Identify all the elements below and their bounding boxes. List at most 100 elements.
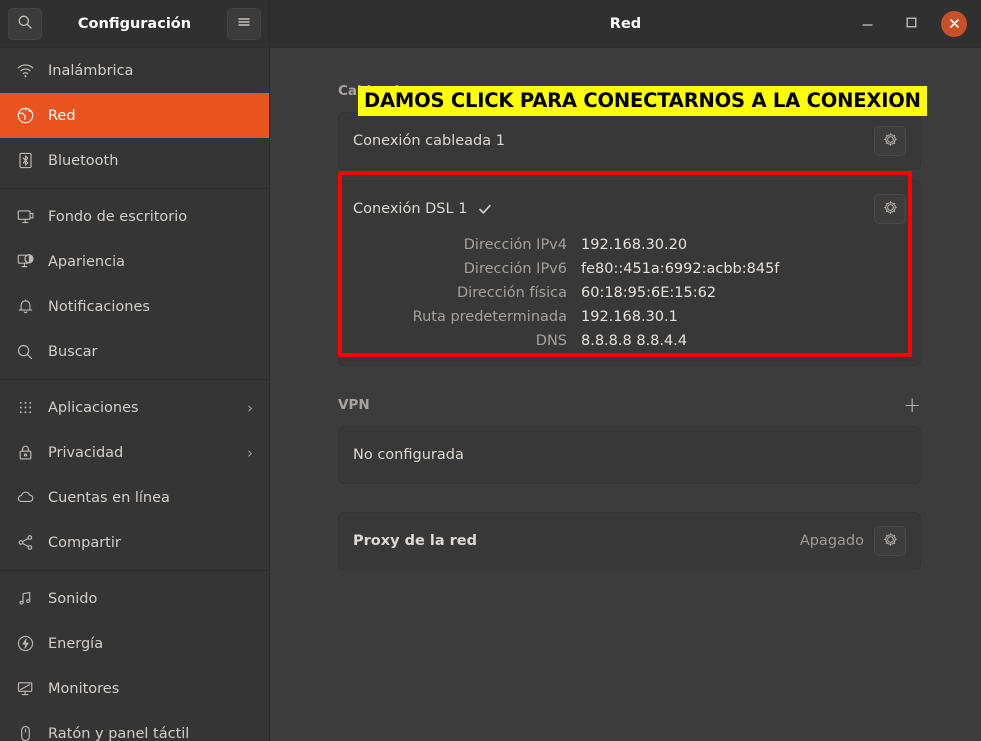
maximize-icon: [905, 14, 918, 33]
sidebar-item-label: Notificaciones: [48, 299, 253, 315]
gear-icon: [882, 131, 899, 152]
sidebar-item-apariencia[interactable]: Apariencia: [0, 239, 269, 284]
sidebar-item-bluetooth[interactable]: Bluetooth: [0, 138, 269, 183]
sidebar-item-compartir[interactable]: Compartir: [0, 520, 269, 565]
search-icon: [17, 14, 33, 34]
detail-key: Dirección física: [353, 285, 581, 301]
wifi-icon: [14, 60, 36, 82]
network-content: Cableada Conexión cableada 1: [270, 48, 981, 741]
titlebar: Red: [270, 0, 981, 48]
sidebar-item-fondo-de-escritorio[interactable]: Fondo de escritorio: [0, 194, 269, 239]
connection-name: Conexión cableada 1: [353, 133, 505, 149]
hamburger-menu-icon: [236, 14, 252, 33]
appearance-icon: [14, 251, 36, 273]
detail-key: Dirección IPv6: [353, 261, 581, 277]
search-icon: [14, 341, 36, 363]
detail-row: Dirección física 60:18:95:6E:15:62: [353, 285, 904, 301]
music-note-icon: [14, 588, 36, 610]
sidebar-item-energia[interactable]: Energía: [0, 621, 269, 666]
mouse-icon: [14, 723, 36, 741]
detail-key: Ruta predeterminada: [353, 309, 581, 325]
sidebar-item-sonido[interactable]: Sonido: [0, 576, 269, 621]
sidebar-item-buscar[interactable]: Buscar: [0, 329, 269, 374]
sidebar-item-label: Ratón y panel táctil: [48, 726, 253, 741]
sidebar-item-raton-y-panel-tactil[interactable]: Ratón y panel táctil: [0, 711, 269, 741]
window-controls: [853, 10, 981, 38]
check-icon: [477, 201, 493, 217]
close-button[interactable]: [941, 11, 967, 37]
sidebar-item-label: Buscar: [48, 344, 253, 360]
search-button[interactable]: [8, 8, 42, 40]
vpn-card: No configurada: [338, 426, 921, 484]
detail-value: fe80::451a:6992:acbb:845f: [581, 261, 779, 277]
detail-row: Dirección IPv6 fe80::451a:6992:acbb:845f: [353, 261, 904, 277]
sidebar-item-label: Inalámbrica: [48, 63, 253, 79]
annotation-banner-text: DAMOS CLICK PARA CONECTARNOS A LA CONEXI…: [364, 89, 921, 112]
vpn-status: No configurada: [353, 447, 464, 463]
sidebar-divider: [0, 188, 269, 189]
proxy-card: Proxy de la red Apagado: [338, 512, 921, 570]
minimize-button[interactable]: [853, 10, 881, 38]
vpn-section-header: VPN +: [338, 392, 921, 418]
sidebar-item-aplicaciones[interactable]: Aplicaciones ›: [0, 385, 269, 430]
sidebar: Configuración Inalámbrica Red: [0, 0, 270, 741]
detail-value: 8.8.8.8 8.8.4.4: [581, 333, 687, 349]
detail-value: 60:18:95:6E:15:62: [581, 285, 716, 301]
detail-row: Ruta predeterminada 192.168.30.1: [353, 309, 904, 325]
display-icon: [14, 678, 36, 700]
sidebar-item-label: Energía: [48, 636, 253, 652]
vpn-row[interactable]: No configurada: [339, 427, 920, 483]
sidebar-item-privacidad[interactable]: Privacidad ›: [0, 430, 269, 475]
vpn-section-label: VPN: [338, 397, 370, 413]
chevron-right-icon: ›: [247, 399, 253, 417]
sidebar-item-monitores[interactable]: Monitores: [0, 666, 269, 711]
plus-icon[interactable]: +: [903, 395, 921, 416]
sidebar-item-label: Compartir: [48, 535, 253, 551]
sidebar-item-label: Sonido: [48, 591, 253, 607]
sidebar-item-label: Aplicaciones: [48, 400, 235, 416]
minimize-icon: [861, 14, 874, 33]
sidebar-item-inalambrica[interactable]: Inalámbrica: [0, 48, 269, 93]
lock-icon: [14, 442, 36, 464]
detail-key: DNS: [353, 333, 581, 349]
share-icon: [14, 532, 36, 554]
connection-row-dsl[interactable]: Conexión DSL 1: [339, 181, 920, 237]
close-icon: [949, 14, 960, 33]
detail-key: Dirección IPv4: [353, 237, 581, 253]
power-icon: [14, 633, 36, 655]
sidebar-item-label: Privacidad: [48, 445, 235, 461]
menu-button[interactable]: [227, 8, 261, 40]
cloud-icon: [14, 487, 36, 509]
connection-settings-button[interactable]: [874, 126, 906, 156]
chevron-right-icon: ›: [247, 444, 253, 462]
sidebar-item-label: Red: [48, 108, 253, 124]
sidebar-item-notificaciones[interactable]: Notificaciones: [0, 284, 269, 329]
sidebar-item-cuentas-en-linea[interactable]: Cuentas en línea: [0, 475, 269, 520]
proxy-settings-button[interactable]: [874, 526, 906, 556]
maximize-button[interactable]: [897, 10, 925, 38]
detail-row: DNS 8.8.8.8 8.8.4.4: [353, 333, 904, 349]
connection-settings-button[interactable]: [874, 194, 906, 224]
proxy-row[interactable]: Proxy de la red Apagado: [339, 513, 920, 569]
proxy-label: Proxy de la red: [353, 533, 477, 549]
wired-connection-card: Conexión cableada 1: [338, 112, 921, 170]
sidebar-item-label: Fondo de escritorio: [48, 209, 253, 225]
globe-icon: [14, 105, 36, 127]
bell-icon: [14, 296, 36, 318]
detail-value: 192.168.30.20: [581, 237, 687, 253]
annotation-banner: DAMOS CLICK PARA CONECTARNOS A LA CONEXI…: [358, 86, 927, 116]
sidebar-item-label: Cuentas en línea: [48, 490, 253, 506]
gear-icon: [882, 199, 899, 220]
sidebar-item-label: Monitores: [48, 681, 253, 697]
connection-details: Dirección IPv4 192.168.30.20 Dirección I…: [339, 237, 920, 365]
sidebar-divider: [0, 379, 269, 380]
sidebar-item-red[interactable]: Red: [0, 93, 269, 138]
detail-value: 192.168.30.1: [581, 309, 678, 325]
connection-row-wired[interactable]: Conexión cableada 1: [339, 113, 920, 169]
sidebar-divider: [0, 570, 269, 571]
sidebar-item-label: Bluetooth: [48, 153, 253, 169]
proxy-status: Apagado: [800, 533, 874, 549]
gear-icon: [882, 531, 899, 552]
settings-window: Configuración Inalámbrica Red: [0, 0, 981, 741]
grid-apps-icon: [14, 397, 36, 419]
